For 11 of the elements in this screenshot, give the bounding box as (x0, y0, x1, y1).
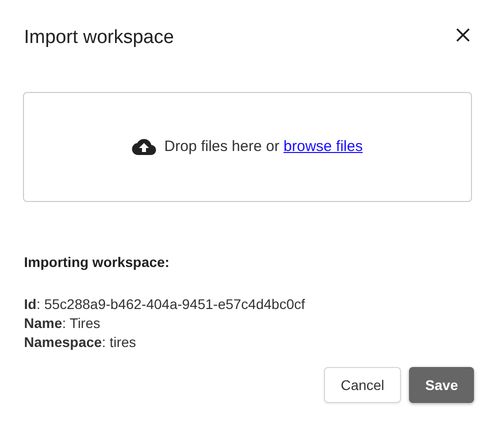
upload-cloud-icon (132, 138, 156, 156)
cancel-button[interactable]: Cancel (324, 367, 402, 403)
browse-files-link[interactable]: browse files (284, 138, 363, 155)
summary-heading: Importing workspace: (24, 253, 170, 272)
dialog-title: Import workspace (24, 26, 174, 50)
detail-line: Namespace: tires (24, 333, 138, 352)
save-button[interactable]: Save (409, 367, 474, 403)
dropzone-text: Drop files here or (164, 138, 280, 155)
dropzone[interactable]: Drop files here or browse files (23, 92, 472, 202)
detail-line: Name: Tires (24, 314, 102, 333)
detail-line: Id: 55c288a9-b462-404a-9451-e57c4d4bc0cf (24, 295, 306, 314)
